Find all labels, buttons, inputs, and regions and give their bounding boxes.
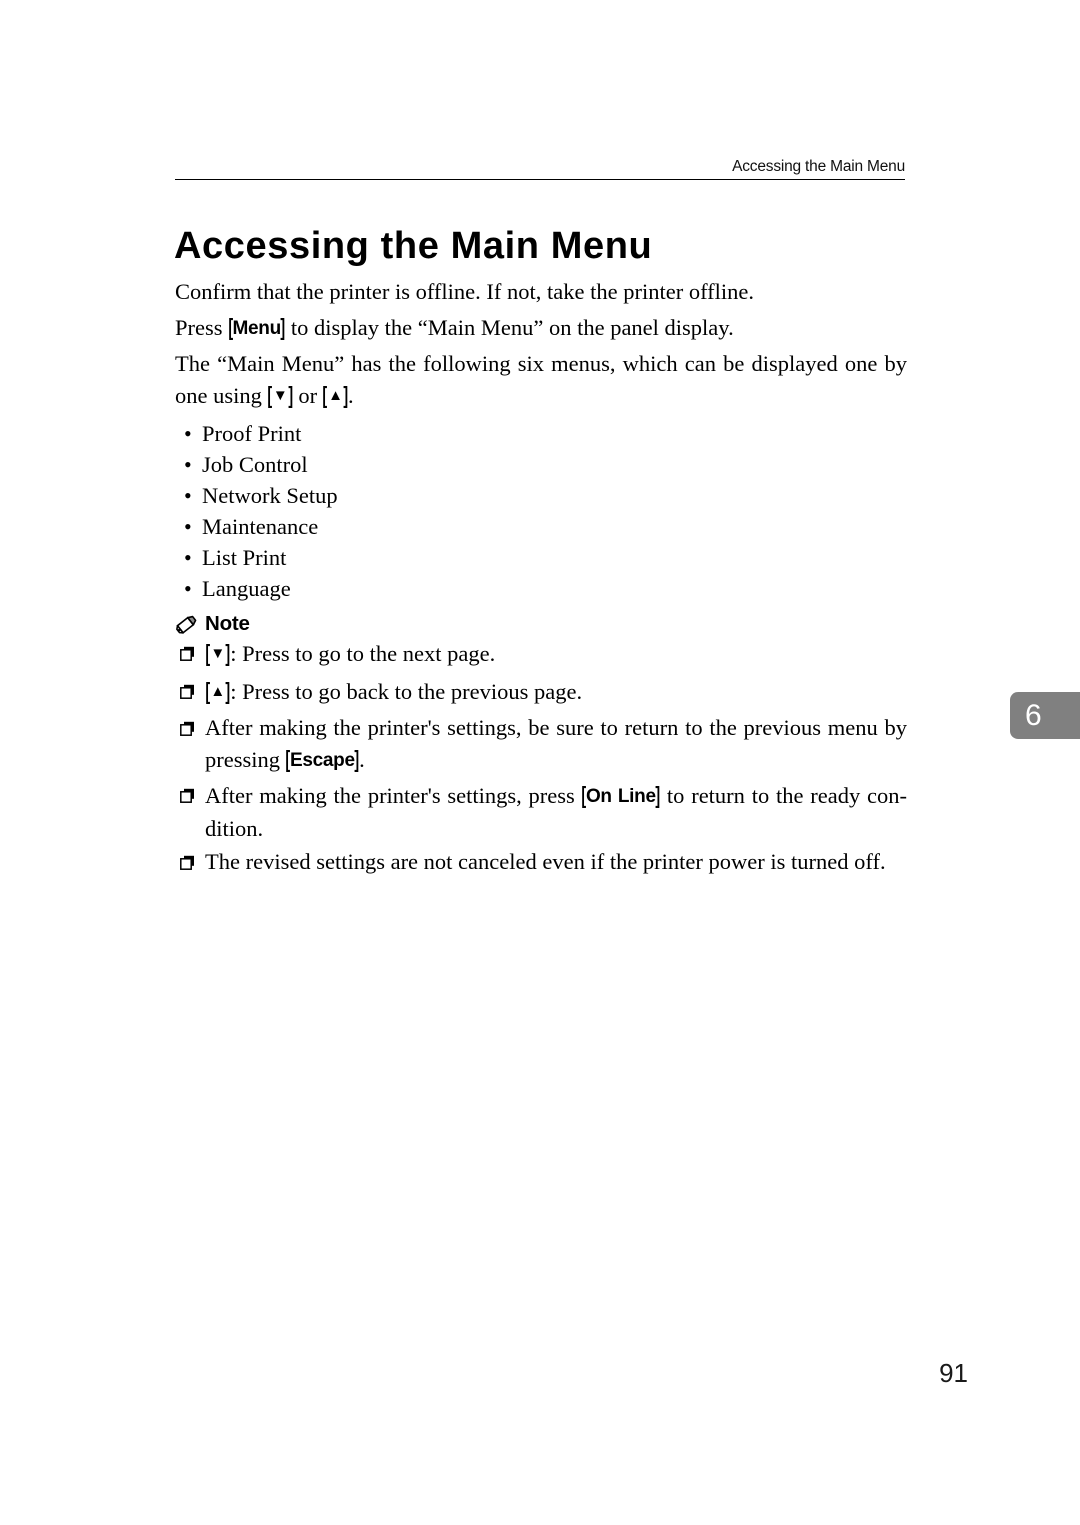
list-item: • Network Setup: [175, 480, 907, 511]
body-content: Confirm that the printer is offline. If …: [175, 277, 907, 881]
list-item: • Language: [175, 573, 907, 604]
escape-key-label: Escape: [289, 749, 355, 771]
bracket-right-icon: ]: [655, 782, 661, 808]
note-item-text: The revised settings are not canceled ev…: [205, 849, 886, 874]
up-arrow-key: [▲]: [323, 382, 349, 408]
note-item-text: : Press to go back to the previous page.: [230, 678, 583, 704]
list-item: • Job Control: [175, 449, 907, 480]
intro-line-3-middle: or: [298, 382, 318, 408]
square-bullet-icon: [180, 721, 194, 736]
list-item-label: Language: [202, 576, 291, 601]
note-item-text-after: .: [359, 746, 365, 772]
bracket-right-icon: ]: [354, 745, 360, 772]
intro-line-2-after: to display the “Main Menu” on the panel …: [290, 314, 734, 340]
bullet-icon: •: [184, 545, 192, 570]
escape-key: [Escape]: [286, 746, 360, 772]
arrow-up-icon: ▲: [328, 386, 343, 404]
note-item-text-before: After making the printer's settings, pre…: [205, 783, 575, 808]
list-item: • Proof Print: [175, 418, 907, 449]
note-item: [▼]: Press to go to the next page.: [175, 638, 907, 673]
list-item-label: Network Setup: [202, 483, 338, 508]
bracket-left-icon: [: [228, 313, 233, 340]
bullet-icon: •: [184, 421, 192, 446]
intro-line-1: Confirm that the printer is offline. If …: [175, 279, 755, 304]
note-item: The revised settings are not canceled ev…: [175, 847, 907, 878]
list-item-label: Proof Print: [202, 421, 302, 446]
up-arrow-key: [▲]: [205, 678, 231, 704]
note-item: After making the printer's settings, be …: [175, 713, 907, 777]
down-arrow-key: [▼]: [267, 382, 293, 408]
bracket-right-icon: ]: [225, 640, 231, 666]
note-item: [▲]: Press to go back to the previous pa…: [175, 676, 907, 711]
intro-line-2-before: Press: [175, 314, 223, 340]
bracket-right-icon: ]: [288, 381, 293, 408]
page-title: Accessing the Main Menu: [174, 225, 653, 268]
note-item-text: : Press to go to the next page.: [230, 641, 496, 666]
bullet-icon: •: [184, 452, 192, 477]
manual-page: Accessing the Main Menu Accessing the Ma…: [0, 0, 1080, 1525]
page-number: 91: [939, 1358, 968, 1388]
note-item: After making the printer's settings, pre…: [175, 780, 907, 844]
chapter-tab-number: 6: [1025, 698, 1042, 732]
list-item: • Maintenance: [175, 511, 907, 542]
menu-key: [Menu]: [228, 314, 286, 340]
chapter-tab: 6: [1010, 692, 1080, 739]
bracket-left-icon: [: [581, 782, 587, 808]
online-key: [On Line]: [581, 782, 660, 808]
bullet-icon: •: [184, 483, 192, 508]
note-heading: Note: [175, 611, 907, 637]
bullet-icon: •: [184, 514, 192, 539]
list-item-label: Job Control: [202, 452, 308, 477]
main-menu-list: • Proof Print • Job Control • Network Setup…: [175, 418, 907, 604]
intro-line-2: Press [Menu] to display the “Main Menu” …: [175, 312, 907, 346]
arrow-down-icon: ▼: [210, 645, 225, 662]
running-header-title: Accessing the Main Menu: [732, 158, 905, 175]
note-list: [▼]: Press to go to the next page. [▲]: …: [175, 638, 907, 878]
bracket-left-icon: [: [285, 745, 291, 772]
arrow-up-icon: ▲: [210, 682, 225, 700]
note-label: Note: [205, 612, 250, 635]
intro-line-3: The “Main Menu” has the following six me…: [175, 349, 907, 414]
square-bullet-icon: [180, 684, 194, 699]
pencil-icon: [176, 615, 197, 634]
arrow-down-icon: ▼: [272, 386, 288, 404]
intro-line-3-after: .: [348, 382, 354, 408]
online-key-label: On Line: [585, 786, 656, 807]
header-divider: [175, 179, 905, 180]
square-bullet-icon: [180, 855, 194, 870]
bracket-right-icon: ]: [343, 381, 349, 408]
list-item-label: Maintenance: [202, 514, 319, 539]
bracket-right-icon: ]: [225, 677, 231, 704]
running-header: Accessing the Main Menu: [175, 158, 905, 180]
menu-key-label: Menu: [232, 317, 282, 339]
bullet-icon: •: [184, 576, 192, 601]
down-arrow-key: [▼]: [205, 640, 231, 666]
list-item-label: List Print: [202, 545, 287, 570]
square-bullet-icon: [180, 788, 194, 803]
list-item: • List Print: [175, 542, 907, 573]
square-bullet-icon: [180, 646, 194, 661]
bracket-right-icon: ]: [280, 313, 286, 340]
